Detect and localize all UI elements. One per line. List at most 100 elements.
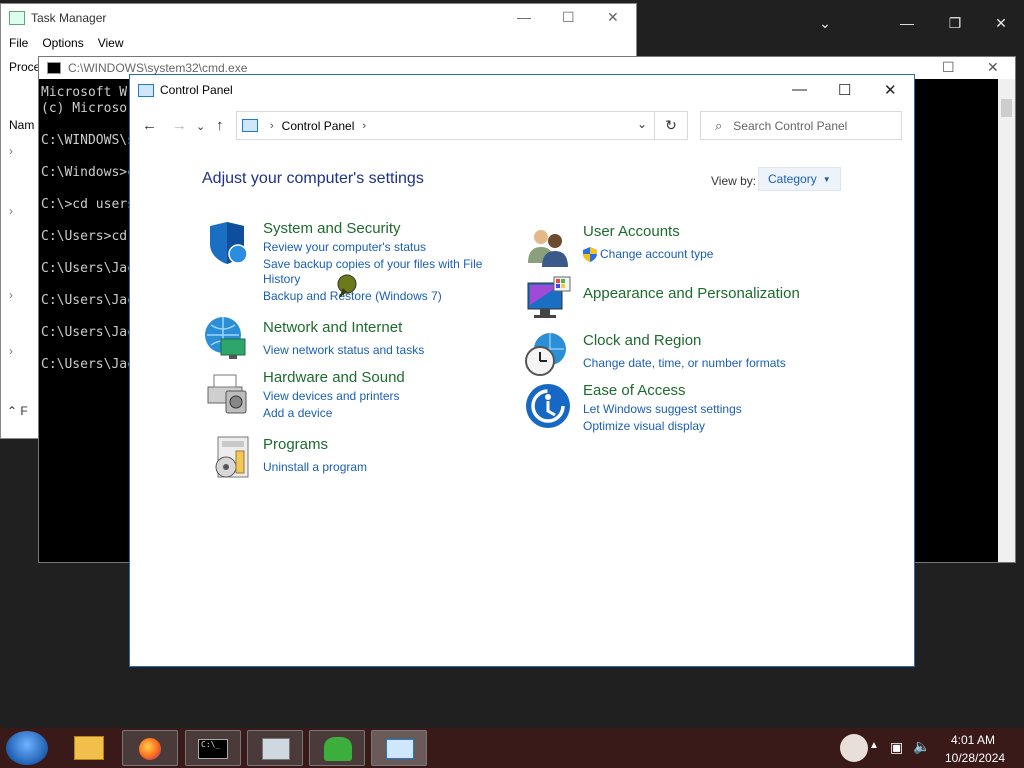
chevron-right-icon[interactable]: › [362, 120, 366, 132]
collapse-icon[interactable]: ⌃ [7, 404, 17, 418]
cmd-icon: C:\_ [198, 739, 228, 759]
close-icon[interactable]: ✕ [987, 59, 999, 76]
programs-icon [215, 436, 249, 478]
shield-icon [210, 222, 248, 264]
cmd-line: C:\WINDOWS\s [41, 133, 135, 148]
chevron-right-icon[interactable]: › [9, 144, 13, 158]
link-uninstall-program[interactable]: Uninstall a program [263, 460, 367, 474]
close-icon[interactable]: ✕ [986, 8, 1016, 38]
monitor-icon [527, 276, 571, 318]
minimize-icon[interactable]: — [792, 81, 807, 98]
page-title: Adjust your computer's settings [202, 170, 424, 187]
cmd-line: Microsoft W [41, 85, 128, 100]
ease-of-access-icon [526, 384, 570, 428]
clock-date[interactable]: 10/28/2024 [945, 751, 1005, 765]
search-box[interactable]: ⌕ Search Control Panel [700, 111, 902, 140]
recent-dropdown-icon[interactable]: ⌄ [196, 120, 205, 133]
task-manager-menubar: File Options View [1, 32, 636, 54]
taskbar-users[interactable] [309, 730, 365, 766]
category-programs[interactable]: Programs [263, 436, 328, 453]
link-devices-printers[interactable]: View devices and printers [263, 389, 400, 403]
fewer-details[interactable]: ⌃ F [7, 404, 28, 418]
refresh-icon[interactable]: ↻ [654, 112, 687, 139]
maximize-icon[interactable]: ☐ [838, 81, 851, 99]
printer-icon [207, 374, 247, 414]
show-hidden-icons-icon[interactable]: ▲ [869, 740, 879, 751]
cmd-title: C:\WINDOWS\system32\cmd.exe [68, 61, 248, 75]
category-network-internet[interactable]: Network and Internet [263, 319, 402, 336]
tab-processes[interactable]: Proce [9, 60, 40, 74]
category-appearance-personalization[interactable]: Appearance and Personalization [583, 285, 800, 302]
navigation-bar: ← → ⌄ ↑ › Control Panel › ⌄ ↻ ⌕ Search C… [130, 111, 914, 141]
chevron-right-icon[interactable]: › [270, 120, 274, 132]
forward-icon[interactable]: → [172, 117, 187, 134]
link-review-status[interactable]: Review your computer's status [263, 240, 426, 254]
minimize-icon[interactable]: — [892, 8, 922, 38]
cmd-line: (c) Microso [41, 101, 128, 116]
close-icon[interactable]: ✕ [884, 81, 897, 99]
taskbar-firefox[interactable] [122, 730, 178, 766]
address-bar[interactable]: › Control Panel › ⌄ ↻ [236, 111, 688, 140]
fewer-details-label: F [20, 404, 28, 418]
tray-decoration [840, 734, 868, 762]
view-by-value: Category [768, 172, 817, 186]
category-ease-of-access[interactable]: Ease of Access [583, 382, 686, 399]
chevron-down-icon[interactable]: ⌄ [810, 8, 840, 38]
category-hardware-sound[interactable]: Hardware and Sound [263, 369, 405, 386]
clock-time[interactable]: 4:01 AM [951, 733, 995, 747]
cmd-line: C:\>cd users [41, 197, 135, 212]
cmd-line: C:\Users\Jac [41, 261, 135, 276]
restore-icon[interactable]: ❐ [940, 8, 970, 38]
link-change-account-type[interactable]: Change account type [600, 247, 713, 261]
taskbar: C:\_ ▲ ▣ 🔈 4:01 AM 10/28/2024 [0, 728, 1024, 768]
cmd-line: C:\Users>cd [41, 229, 128, 244]
back-icon[interactable]: ← [142, 117, 157, 134]
up-icon[interactable]: ↑ [216, 117, 224, 134]
control-panel-title: Control Panel [160, 83, 233, 97]
taskbar-control-panel[interactable] [371, 730, 427, 766]
cmd-line: C:\Users\Jac [41, 293, 135, 308]
host-titlebar: ⌄ — ❐ ✕ [636, 0, 1024, 46]
users-icon [324, 737, 352, 761]
menu-view[interactable]: View [98, 36, 124, 50]
control-panel-icon [242, 119, 258, 132]
close-icon[interactable]: ✕ [607, 9, 619, 26]
folder-icon[interactable] [74, 736, 104, 760]
chevron-right-icon[interactable]: › [9, 204, 13, 218]
category-user-accounts[interactable]: User Accounts [583, 223, 680, 240]
taskbar-cmd[interactable]: C:\_ [185, 730, 241, 766]
category-clock-region[interactable]: Clock and Region [583, 332, 701, 349]
category-system-security[interactable]: System and Security [263, 220, 401, 237]
clock-icon [525, 333, 566, 376]
taskbar-task-manager[interactable] [247, 730, 303, 766]
maximize-icon[interactable]: ☐ [942, 59, 955, 76]
chevron-right-icon[interactable]: › [9, 288, 13, 302]
search-icon: ⌕ [715, 117, 723, 133]
scroll-thumb[interactable] [1001, 99, 1012, 117]
network-icon [205, 317, 246, 359]
column-name[interactable]: Nam [9, 118, 34, 132]
menu-file[interactable]: File [9, 36, 28, 50]
control-panel-icon [386, 739, 414, 759]
address-dropdown-icon[interactable]: ⌄ [637, 117, 647, 131]
chevron-right-icon[interactable]: › [9, 344, 13, 358]
link-windows-suggest-settings[interactable]: Let Windows suggest settings [583, 402, 742, 416]
link-save-backup[interactable]: Save backup copies of your files with Fi… [263, 257, 482, 271]
link-save-backup-history[interactable]: History [263, 272, 300, 286]
menu-options[interactable]: Options [42, 36, 83, 50]
maximize-icon[interactable]: ☐ [562, 9, 575, 26]
task-manager-titlebar: Task Manager — ☐ ✕ [1, 4, 636, 32]
view-by-dropdown[interactable]: Category ▼ [758, 167, 841, 191]
link-network-status[interactable]: View network status and tasks [263, 343, 424, 357]
minimize-icon[interactable]: — [517, 9, 531, 25]
network-tray-icon[interactable]: ▣ [890, 739, 903, 756]
link-add-device[interactable]: Add a device [263, 406, 332, 420]
cmd-scrollbar[interactable] [998, 79, 1015, 562]
start-button[interactable] [6, 731, 48, 765]
breadcrumb-control-panel[interactable]: Control Panel [282, 119, 355, 133]
task-manager-icon [9, 11, 25, 25]
link-change-date-formats[interactable]: Change date, time, or number formats [583, 356, 786, 370]
firefox-icon [139, 738, 161, 760]
link-optimize-visual-display[interactable]: Optimize visual display [583, 419, 705, 433]
volume-icon[interactable]: 🔈 [913, 738, 930, 755]
